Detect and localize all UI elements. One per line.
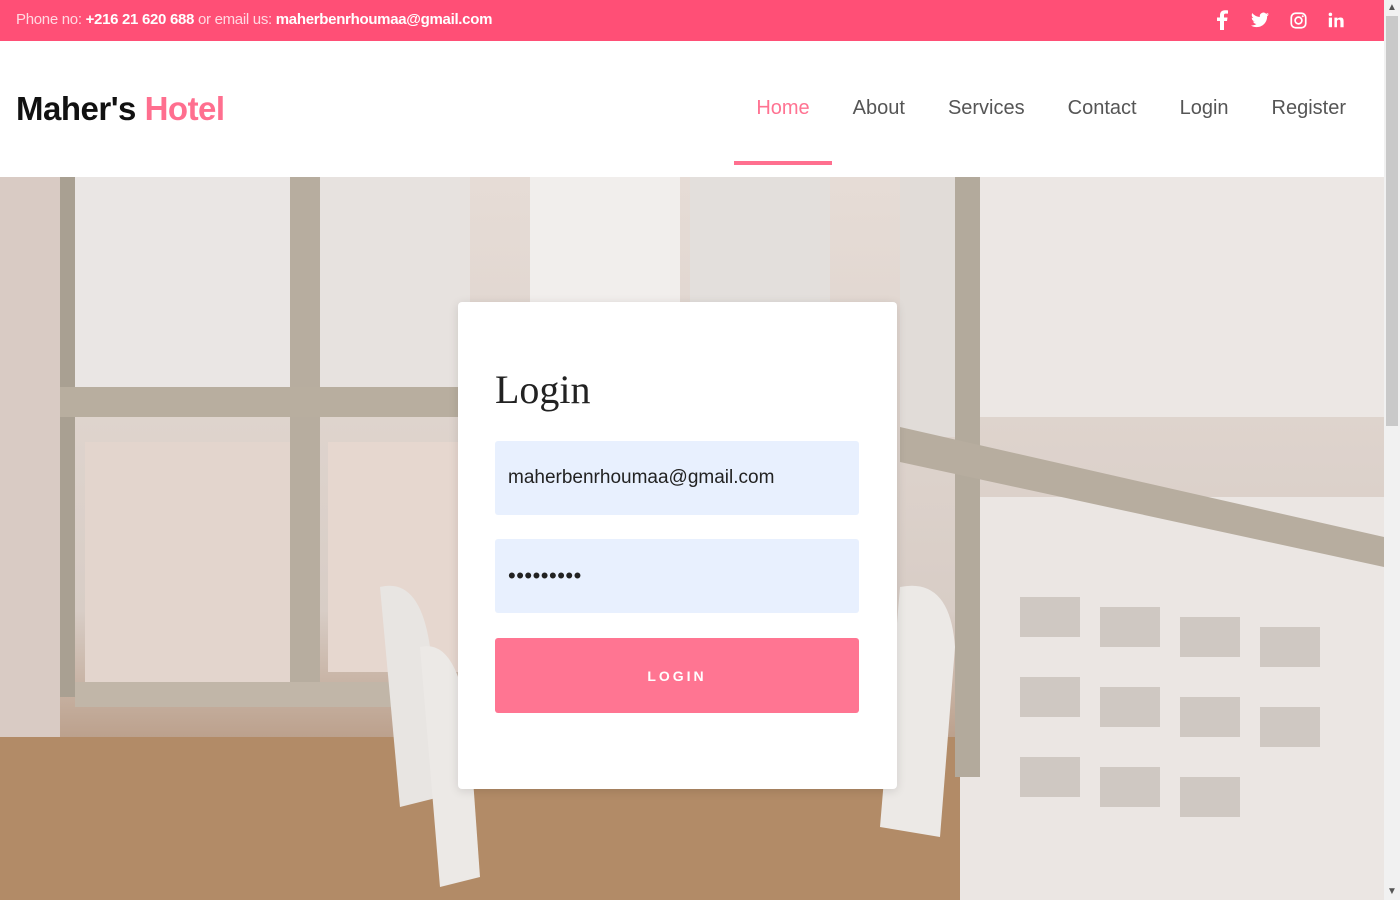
site-logo[interactable]: Maher's Hotel — [16, 90, 225, 128]
social-links — [1212, 10, 1346, 30]
login-card: Login maherbenrhoumaa@gmail.com ••••••••… — [458, 302, 897, 789]
contact-info: Phone no: +216 21 620 688 or email us: m… — [16, 11, 492, 28]
password-input[interactable]: ••••••••• — [495, 539, 859, 613]
logo-text-accent: Hotel — [144, 90, 226, 127]
page-scrollbar[interactable]: ▲ ▼ — [1384, 0, 1400, 900]
window-frame — [290, 177, 320, 697]
login-button[interactable]: LOGIN — [495, 638, 859, 713]
scroll-down-arrow-icon[interactable]: ▼ — [1384, 884, 1400, 900]
window-pane — [75, 177, 290, 387]
logo-text-primary: Maher's — [16, 90, 145, 127]
nav-login[interactable]: Login — [1180, 97, 1229, 120]
phone-number[interactable]: +216 21 620 688 — [86, 11, 195, 28]
email-address[interactable]: maherbenrhoumaa@gmail.com — [276, 11, 493, 28]
window-frame — [60, 177, 75, 697]
twitter-icon[interactable] — [1250, 10, 1270, 30]
nav-home[interactable]: Home — [734, 97, 833, 165]
window-pane — [320, 177, 470, 387]
facebook-icon[interactable] — [1212, 10, 1232, 30]
nav-register[interactable]: Register — [1272, 97, 1346, 120]
window-pane — [85, 442, 295, 682]
site-header: Maher's Hotel Home About Services Contac… — [0, 41, 1384, 178]
window-pane — [980, 177, 1384, 417]
top-bar: Phone no: +216 21 620 688 or email us: m… — [0, 0, 1384, 41]
instagram-icon[interactable] — [1288, 10, 1308, 30]
phone-label: Phone no: — [16, 11, 86, 28]
main-nav: Home About Services Contact Login Regist… — [734, 97, 1346, 165]
building-column — [530, 177, 680, 307]
scroll-up-arrow-icon[interactable]: ▲ — [1384, 0, 1400, 16]
nav-about[interactable]: About — [853, 97, 905, 120]
building-column — [690, 177, 830, 307]
email-input[interactable]: maherbenrhoumaa@gmail.com — [495, 441, 859, 515]
linkedin-icon[interactable] — [1326, 10, 1346, 30]
window-pane — [900, 177, 960, 437]
login-title: Login — [495, 367, 591, 412]
nav-contact[interactable]: Contact — [1068, 97, 1137, 120]
nav-services[interactable]: Services — [948, 97, 1025, 120]
email-label: or email us: — [194, 11, 276, 28]
scrollbar-thumb[interactable] — [1386, 16, 1398, 426]
window-frame — [60, 387, 480, 417]
